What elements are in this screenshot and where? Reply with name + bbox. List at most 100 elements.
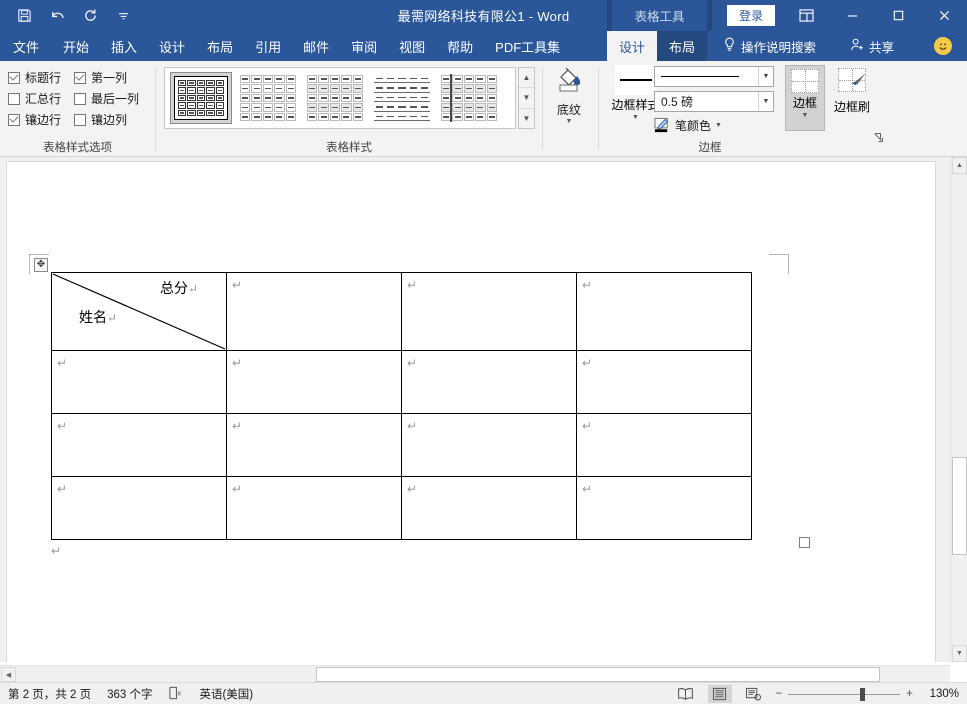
checkbox-banded-columns[interactable]: 镶边列 <box>74 109 152 130</box>
word-count-status[interactable]: 363 个字 <box>107 686 152 702</box>
zoom-slider[interactable]: − + <box>776 687 913 701</box>
line-style-chevron-down-icon[interactable]: ▼ <box>758 67 773 86</box>
tab-help[interactable]: 帮助 <box>436 31 484 61</box>
sign-in-button[interactable]: 登录 <box>727 5 775 26</box>
redo-icon[interactable] <box>80 5 100 27</box>
table-style-thumb-3[interactable] <box>304 72 366 124</box>
gallery-more-icon[interactable]: ▼ <box>519 109 534 128</box>
table-cell[interactable]: ↵ ↵ <box>576 413 752 477</box>
save-icon[interactable] <box>14 5 34 27</box>
shading-button[interactable]: 底纹 ▼ <box>543 65 595 125</box>
close-icon[interactable] <box>921 0 967 31</box>
checkbox-banded-rows-box[interactable] <box>8 113 20 126</box>
table-cell[interactable]: ↵ <box>51 413 227 477</box>
view-print-layout-icon[interactable] <box>707 685 732 703</box>
gallery-scroll-down-icon[interactable]: ▼ <box>519 88 534 109</box>
table-style-thumb-1[interactable] <box>170 72 232 124</box>
table-cell[interactable]: ↵ <box>226 272 402 351</box>
table-resize-handle[interactable] <box>799 537 810 548</box>
table-cell[interactable]: ↵ ↵ <box>576 350 752 414</box>
checkbox-first-column-box[interactable] <box>74 71 86 84</box>
table-move-handle[interactable]: ✥ <box>34 258 48 272</box>
undo-icon[interactable] <box>47 5 67 27</box>
border-styles-chevron-down-icon[interactable]: ▼ <box>632 114 639 121</box>
document-page[interactable]: ✥ 总分↵ 姓名↵ ↵ ↵ ↵ ↵ ↵ ↵ ↵ ↵ ↵ ↵ ↵ ↵ ↵ ↵ ↵ … <box>6 161 936 662</box>
table-style-thumb-2[interactable] <box>237 72 299 124</box>
table-cell[interactable]: ↵ ↵ <box>576 476 752 540</box>
tab-review[interactable]: 审阅 <box>340 31 388 61</box>
checkbox-header-row-box[interactable] <box>8 71 20 84</box>
checkbox-banded-columns-box[interactable] <box>74 113 86 126</box>
tab-home[interactable]: 开始 <box>52 31 100 61</box>
view-read-mode-icon[interactable] <box>674 685 698 703</box>
tab-references[interactable]: 引用 <box>244 31 292 61</box>
vertical-scrollbar-thumb[interactable] <box>952 457 967 555</box>
tab-layout[interactable]: 布局 <box>196 31 244 61</box>
gallery-scroll-up-icon[interactable]: ▲ <box>519 68 534 89</box>
tab-file[interactable]: 文件 <box>0 31 52 61</box>
tab-view[interactable]: 视图 <box>388 31 436 61</box>
scroll-up-icon[interactable]: ▲ <box>952 157 967 174</box>
checkbox-total-row-box[interactable] <box>8 92 20 105</box>
horizontal-scrollbar-thumb[interactable] <box>316 667 880 682</box>
table-cell[interactable]: ↵ <box>401 476 577 540</box>
ribbon-tab-bar: 文件 开始 插入 设计 布局 引用 邮件 审阅 视图 帮助 PDF工具集 设计 … <box>0 31 967 61</box>
document-table[interactable]: 总分↵ 姓名↵ ↵ ↵ ↵ ↵ ↵ ↵ ↵ ↵ ↵ ↵ ↵ ↵ ↵ ↵ ↵ <box>51 272 752 540</box>
table-cell[interactable]: ↵ ↵ <box>576 272 752 351</box>
scroll-down-icon[interactable]: ▼ <box>952 645 967 662</box>
zoom-in-button[interactable]: + <box>906 688 913 700</box>
zoom-slider-track[interactable] <box>788 687 901 701</box>
borders-chevron-down-icon[interactable]: ▼ <box>802 112 809 119</box>
checkbox-total-row[interactable]: 汇总行 <box>8 88 74 109</box>
table-cell[interactable]: ↵ <box>401 350 577 414</box>
table-cell[interactable]: ↵ <box>51 350 227 414</box>
table-cell[interactable]: ↵ <box>226 413 402 477</box>
line-style-combo[interactable]: ▼ <box>654 66 774 87</box>
proofing-icon[interactable]: x <box>168 686 183 703</box>
line-weight-chevron-down-icon[interactable]: ▼ <box>758 92 773 111</box>
table-cell[interactable]: ↵ <box>401 413 577 477</box>
table-style-thumb-5[interactable] <box>438 72 500 124</box>
table-cell[interactable]: ↵ <box>226 476 402 540</box>
shading-chevron-down-icon[interactable]: ▼ <box>566 118 573 125</box>
checkbox-last-column[interactable]: 最后一列 <box>74 88 152 109</box>
language-status[interactable]: 英语(美国) <box>199 686 253 702</box>
table-cell[interactable]: ↵ <box>226 350 402 414</box>
borders-button[interactable]: 边框 ▼ <box>785 65 825 131</box>
border-painter-button[interactable]: 边框刷 <box>828 65 876 115</box>
borders-dialog-launcher[interactable] <box>873 130 884 142</box>
tab-design[interactable]: 设计 <box>148 31 196 61</box>
table-cell-header-split[interactable]: 总分↵ 姓名↵ <box>51 272 227 351</box>
tab-table-layout[interactable]: 布局 <box>657 31 707 61</box>
checkbox-banded-rows[interactable]: 镶边行 <box>8 109 74 130</box>
tab-table-design[interactable]: 设计 <box>607 31 658 61</box>
ribbon-display-options-icon[interactable] <box>783 0 829 31</box>
vertical-scrollbar[interactable]: ▲ ▼ <box>950 157 967 662</box>
table-styles-gallery[interactable] <box>164 67 516 129</box>
table-style-thumb-4[interactable] <box>371 72 433 124</box>
horizontal-scrollbar[interactable]: ◀ <box>0 665 950 682</box>
minimize-icon[interactable] <box>829 0 875 31</box>
page-number-status[interactable]: 第 2 页，共 2 页 <box>8 686 91 702</box>
tab-insert[interactable]: 插入 <box>100 31 148 61</box>
restore-icon[interactable] <box>875 0 921 31</box>
zoom-level-label[interactable]: 130% <box>923 688 959 700</box>
tab-pdf-tools[interactable]: PDF工具集 <box>484 31 571 61</box>
feedback-smiley-icon[interactable] <box>934 37 952 55</box>
tell-me-search[interactable]: 操作说明搜索 <box>723 31 816 61</box>
share-button[interactable]: 共享 <box>850 31 894 61</box>
view-web-layout-icon[interactable] <box>742 685 766 703</box>
checkbox-first-column[interactable]: 第一列 <box>74 67 152 88</box>
table-cell[interactable]: ↵ <box>51 476 227 540</box>
line-weight-combo[interactable]: 0.5 磅 ▼ <box>654 91 774 112</box>
zoom-out-button[interactable]: − <box>776 688 783 700</box>
tab-mailings[interactable]: 邮件 <box>292 31 340 61</box>
chevron-down-icon[interactable] <box>113 5 133 27</box>
scroll-left-icon[interactable]: ◀ <box>1 667 16 682</box>
checkbox-last-column-box[interactable] <box>74 92 86 105</box>
pen-color-button[interactable]: 笔颜色 ▼ <box>654 117 722 134</box>
pen-color-chevron-down-icon[interactable]: ▼ <box>715 122 722 129</box>
checkbox-header-row[interactable]: 标题行 <box>8 67 74 88</box>
table-cell[interactable]: ↵ <box>401 272 577 351</box>
zoom-slider-thumb[interactable] <box>860 687 866 701</box>
